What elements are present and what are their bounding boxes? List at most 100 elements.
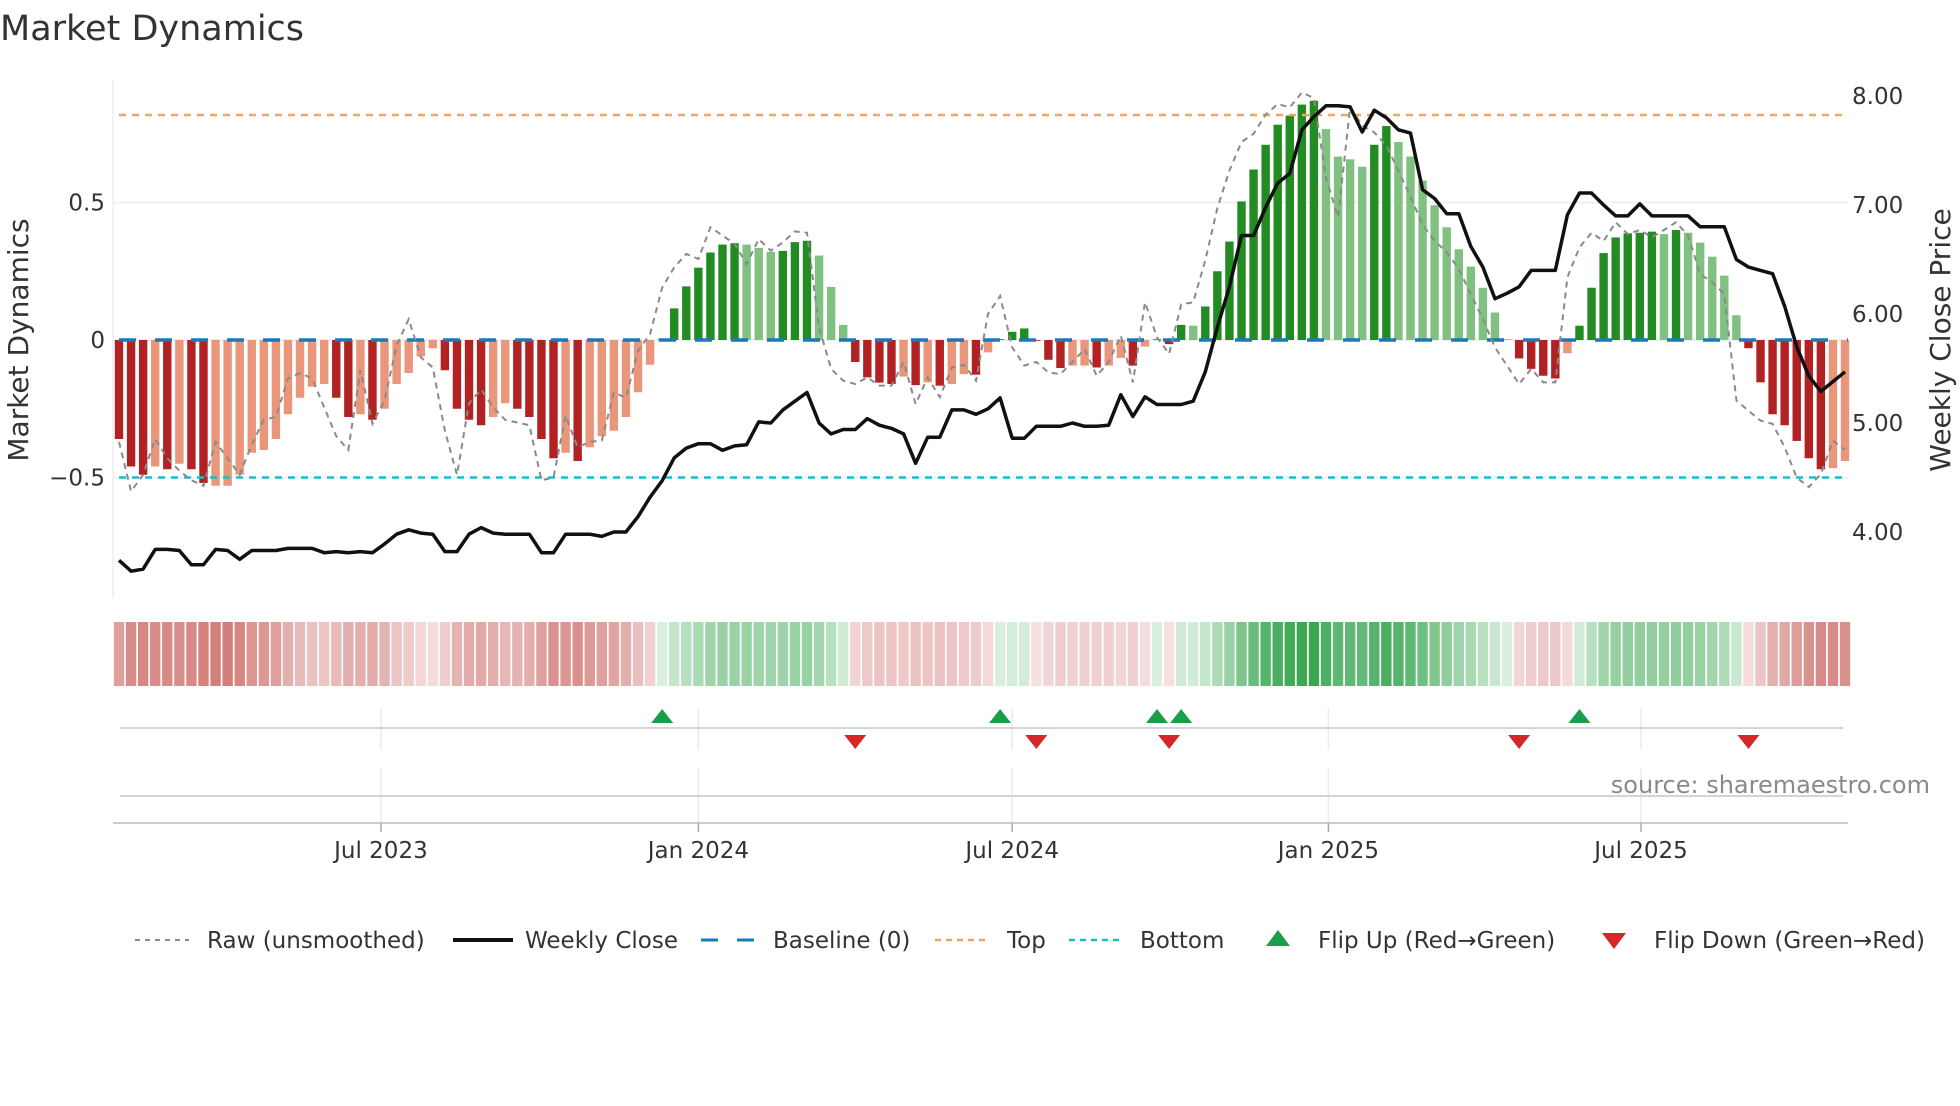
heatmap-cell: [765, 622, 776, 686]
raw-unsmoothed-line: [118, 91, 1846, 494]
dynamics-bar: [513, 340, 522, 409]
heatmap-cell: [331, 622, 342, 686]
heatmap-cell: [174, 622, 185, 686]
heatmap-cell: [656, 622, 668, 686]
heatmap-cell: [463, 622, 475, 686]
dynamics-bar: [839, 324, 848, 340]
heatmap-cell: [1405, 622, 1416, 686]
legend-flip-down-icon: [1602, 933, 1626, 949]
heatmap-cell: [1658, 622, 1670, 686]
dynamics-bar: [452, 340, 462, 409]
dynamics-bar: [1333, 156, 1343, 340]
heatmap-cell: [1513, 622, 1525, 686]
dynamics-bar: [766, 251, 775, 340]
dynamics-bar: [1454, 249, 1463, 340]
heatmap-cell: [681, 622, 692, 686]
heatmap-cell: [874, 622, 885, 686]
heatmap-cell: [1139, 622, 1151, 686]
heatmap-cell: [729, 622, 740, 686]
heatmap-cell: [1501, 622, 1513, 686]
heatmap-cell: [1815, 622, 1827, 686]
dynamics-bar: [911, 340, 920, 386]
heatmap-cell: [1827, 622, 1839, 686]
dynamics-bar: [1502, 339, 1512, 340]
dynamics-bar: [863, 340, 872, 378]
heatmap-cell: [1055, 622, 1066, 686]
heatmap-cell: [1308, 622, 1320, 686]
dynamics-bar: [1840, 340, 1850, 461]
heatmap-cell: [850, 622, 861, 686]
dynamics-bar: [464, 340, 474, 420]
dynamics-bar: [223, 340, 232, 486]
heatmap-cell: [1670, 622, 1682, 686]
dynamics-bar: [1430, 205, 1439, 340]
legend-label: Flip Down (Green→Red): [1654, 928, 1925, 954]
dynamics-bar: [1309, 100, 1319, 340]
heatmap-cell: [898, 622, 909, 686]
dynamics-bar: [1189, 325, 1198, 340]
dynamics-bar: [561, 340, 570, 453]
dynamics-bar: [742, 244, 751, 340]
heatmap-cell: [1236, 622, 1247, 686]
left-tick-label: 0.5: [68, 191, 105, 217]
heatmap-cell: [500, 622, 511, 686]
dynamics-bar: [440, 340, 450, 371]
heatmap-cell: [1453, 622, 1464, 686]
dynamics-bar: [609, 340, 619, 431]
heatmap-cell: [1767, 622, 1778, 686]
heatmap-cell: [838, 622, 849, 686]
flip-down-marker: [1025, 735, 1048, 749]
date-axis: Jul 2023 Jan 2024 Jul 2024 Jan 2025 Jul 2025: [113, 822, 1848, 864]
heatmap-cell: [1151, 622, 1163, 686]
heatmap-cell: [1357, 622, 1368, 686]
heatmap-cell: [934, 622, 945, 686]
dynamics-bar: [1659, 234, 1669, 340]
heatmap-cell: [982, 622, 994, 686]
heatmap-cell: [1707, 622, 1718, 686]
dynamics-bar: [887, 340, 896, 384]
heatmap-cell: [1393, 622, 1404, 686]
flip-down-marker: [1737, 735, 1760, 749]
legend-label: Flip Up (Red→Green): [1318, 928, 1555, 954]
dynamics-bar: [1539, 340, 1548, 376]
heatmap-cell: [1779, 622, 1790, 686]
right-tick-label: 7.00: [1852, 193, 1903, 219]
heatmap-cell: [475, 622, 487, 686]
dynamics-bar: [428, 340, 438, 349]
heatmap-cell: [198, 622, 209, 686]
heatmap-cell: [1127, 622, 1139, 686]
heatmap-cell: [282, 622, 294, 686]
dynamics-bar: [1092, 340, 1101, 368]
heatmap-cell: [1634, 622, 1646, 686]
heatmap-cell: [669, 622, 680, 686]
dynamics-bar: [380, 340, 389, 409]
heatmap-cell: [487, 622, 499, 686]
heatmap-cell: [1163, 622, 1175, 686]
dynamics-bar: [1575, 325, 1584, 340]
heatmap-cell: [150, 622, 161, 686]
dynamics-bar: [211, 340, 220, 486]
dynamics-bar: [1623, 233, 1632, 340]
heatmap-cell: [222, 622, 233, 686]
dynamics-bar: [1406, 156, 1415, 340]
right-axis-title: Weekly Close Price: [1924, 208, 1957, 471]
dynamics-bar: [1526, 340, 1536, 369]
heatmap-cell: [825, 622, 837, 686]
dynamics-bar: [851, 340, 860, 362]
dynamics-bar: [754, 247, 763, 340]
dynamics-bar: [1285, 115, 1294, 340]
heatmap-cell: [1477, 622, 1489, 686]
heatmap-cell: [113, 622, 125, 686]
heatmap-cell: [1296, 622, 1308, 686]
dynamics-bar: [645, 340, 655, 365]
heatmap-cell: [1550, 622, 1561, 686]
dynamics-bar: [247, 340, 256, 453]
dynamics-bar: [983, 340, 993, 353]
dynamics-bar: [1683, 232, 1693, 340]
dynamics-bar: [621, 340, 631, 417]
heatmap-cell: [1622, 622, 1633, 686]
dynamics-bar: [199, 340, 208, 483]
x-tick-label: Jul 2025: [1592, 838, 1688, 864]
heatmap-cell: [512, 622, 523, 686]
heatmap-cell: [1803, 622, 1814, 686]
